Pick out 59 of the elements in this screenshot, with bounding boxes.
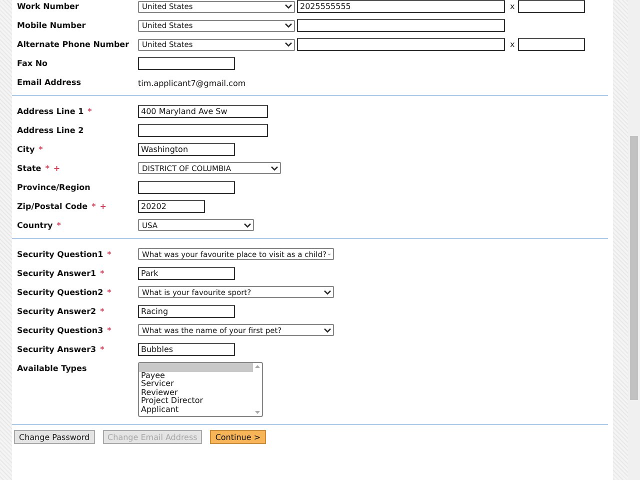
field-label: Security Answer1 *	[17, 268, 106, 279]
field-label: Security Answer2 *	[17, 306, 106, 317]
types-listbox[interactable]: Payee Servicer Reviewer Project Director Applicant	[138, 362, 263, 417]
field-label: Address Line 2	[17, 125, 85, 136]
extension-label: x	[510, 40, 515, 49]
field-label: Country *	[17, 220, 62, 231]
email-value: tim.applicant7@gmail.com	[138, 78, 246, 89]
field-label: State * +	[17, 163, 62, 174]
list-option[interactable]: Reviewer	[139, 388, 253, 398]
field-label: Alternate Phone Number	[17, 39, 130, 50]
field-label: Email Address	[17, 77, 82, 88]
text-input[interactable]	[138, 57, 235, 70]
phone-input[interactable]	[297, 19, 505, 32]
list-option[interactable]: Applicant	[139, 406, 253, 415]
required-mark: +	[53, 164, 60, 173]
required-mark: *	[38, 145, 43, 154]
field-label: Fax No	[17, 58, 49, 69]
scrollbar-thumb[interactable]	[630, 136, 638, 400]
required-mark: *	[56, 221, 61, 230]
required-mark: *	[88, 107, 92, 116]
required-mark: +	[100, 202, 106, 211]
text-input[interactable]: Bubbles	[138, 343, 235, 356]
required-mark: *	[100, 269, 104, 278]
text-input[interactable]: Park	[138, 267, 235, 280]
scrollbar[interactable]	[628, 0, 640, 480]
text-input[interactable]: Washington	[138, 143, 235, 156]
field-label: Mobile Number	[17, 20, 87, 31]
required-mark: *	[100, 307, 104, 316]
field-label: City *	[17, 144, 44, 155]
field-label: Security Answer3 *	[17, 344, 106, 355]
field-label: Work Number	[17, 1, 80, 12]
phone-input[interactable]: 2025555555	[297, 0, 505, 13]
action-button[interactable]: Change Password	[14, 430, 95, 444]
text-input[interactable]: 20202	[138, 200, 205, 213]
required-mark: *	[45, 164, 50, 173]
field-label: Security Question1 *	[17, 249, 112, 260]
list-option[interactable]: Project Director	[139, 397, 253, 406]
required-mark: *	[100, 345, 104, 354]
field-label: Security Question3 *	[17, 325, 112, 336]
field-label: Province/Region	[17, 182, 92, 193]
extension-input[interactable]	[518, 0, 585, 13]
field-label: Zip/Postal Code * +	[17, 201, 108, 212]
field-label: Available Types	[17, 363, 88, 374]
required-mark: *	[92, 202, 96, 211]
phone-input[interactable]	[297, 38, 505, 51]
list-option[interactable]: Servicer	[139, 380, 253, 389]
required-mark: *	[107, 250, 112, 259]
extension-input[interactable]	[518, 38, 585, 51]
continue-button[interactable]: Continue >	[210, 430, 266, 444]
list-option[interactable]: Payee	[139, 372, 253, 380]
extension-label: x	[510, 2, 515, 11]
field-label: Security Question2 *	[17, 287, 112, 298]
required-mark: *	[107, 288, 112, 297]
text-input[interactable]	[138, 181, 235, 194]
required-mark: *	[107, 326, 112, 335]
text-input[interactable]: 400 Maryland Ave Sw	[138, 105, 268, 118]
text-input[interactable]: Racing	[138, 305, 235, 318]
field-label: Address Line 1 *	[17, 106, 93, 117]
text-input[interactable]	[138, 124, 268, 137]
